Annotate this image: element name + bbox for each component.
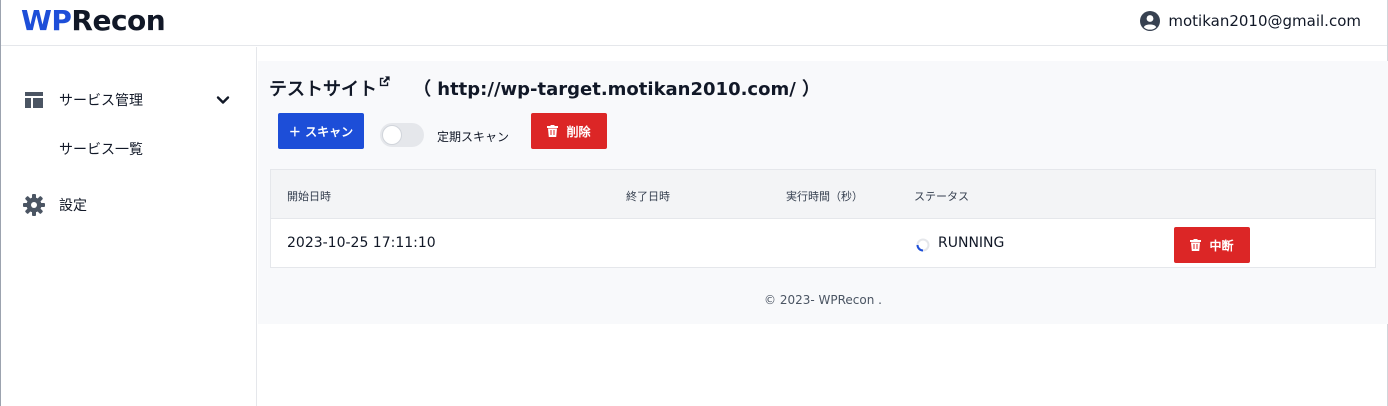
footer: © 2023- WPRecon .: [258, 293, 1388, 307]
user-avatar-icon: [1140, 11, 1161, 31]
external-link-icon[interactable]: [378, 75, 391, 88]
user-email: motikan2010@gmail.com: [1168, 12, 1361, 30]
sidebar-item-label: サービス管理: [59, 93, 143, 109]
schedule-scan-toggle[interactable]: [380, 123, 424, 147]
site-url: （ http://wp-target.motikan2010.com/ ）: [413, 79, 821, 100]
cell-status: RUNNING: [938, 235, 1005, 251]
table-header: 開始日時 終了日時 実行時間（秒） ステータス: [271, 170, 1375, 219]
stop-scan-button[interactable]: 中断: [1174, 227, 1250, 263]
column-start-time: 開始日時: [287, 190, 331, 203]
sidebar: サービス管理 サービス一覧 設定: [1, 47, 257, 406]
logo-recon: Recon: [71, 4, 166, 37]
trash-icon: [547, 125, 559, 137]
sidebar-item-label: サービス一覧: [59, 142, 143, 158]
user-menu[interactable]: motikan2010@gmail.com: [1140, 11, 1361, 31]
app-logo[interactable]: WPRecon: [21, 4, 166, 37]
top-header: WPRecon motikan2010@gmail.com: [1, 0, 1387, 46]
delete-button-label: 削除: [566, 124, 591, 139]
app-frame: WPRecon motikan2010@gmail.com サービス管理 サービ…: [0, 0, 1388, 406]
sidebar-item-service-list[interactable]: サービス一覧: [59, 139, 143, 159]
sidebar-item-settings[interactable]: 設定: [23, 194, 87, 216]
scan-history-table: 開始日時 終了日時 実行時間（秒） ステータス 2023-10-25 17:11…: [270, 169, 1376, 268]
loading-spinner-icon: [916, 238, 930, 252]
page-title: テストサイト （ http://wp-target.motikan2010.co…: [269, 75, 820, 101]
column-status: ステータス: [914, 190, 969, 203]
sidebar-item-service-management[interactable]: サービス管理: [23, 89, 143, 111]
main-content: テストサイト （ http://wp-target.motikan2010.co…: [258, 61, 1388, 324]
gear-icon: [23, 194, 45, 216]
logo-wp: WP: [21, 4, 72, 37]
toggle-knob: [382, 125, 402, 145]
chevron-down-icon[interactable]: [215, 92, 231, 108]
column-end-time: 終了日時: [626, 190, 670, 203]
scan-button[interactable]: ＋ スキャン: [278, 113, 364, 149]
cell-start-time: 2023-10-25 17:11:10: [287, 235, 436, 251]
footer-copyright: © 2023- WPRecon .: [764, 293, 882, 307]
delete-button[interactable]: 削除: [531, 113, 607, 149]
scan-button-label: ＋ スキャン: [288, 124, 354, 139]
dashboard-icon: [23, 89, 45, 111]
stop-button-label: 中断: [1209, 238, 1234, 253]
trash-icon: [1190, 239, 1202, 251]
column-duration: 実行時間（秒）: [786, 190, 863, 203]
site-name[interactable]: テストサイト: [269, 75, 377, 101]
schedule-scan-label: 定期スキャン: [437, 130, 510, 144]
sidebar-item-label: 設定: [59, 198, 87, 214]
